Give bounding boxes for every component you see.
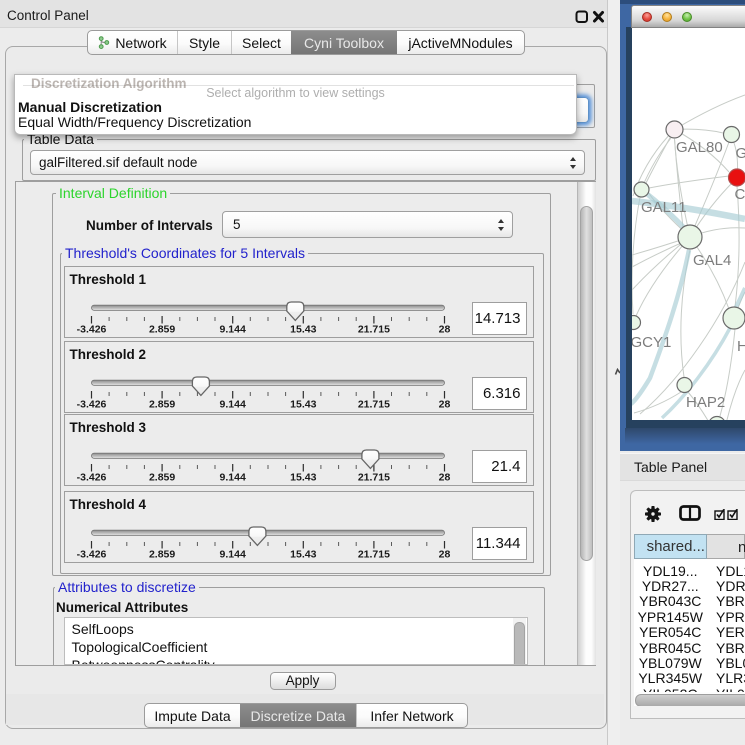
svg-text:15.43: 15.43 xyxy=(290,549,316,561)
svg-text:21.715: 21.715 xyxy=(357,472,389,484)
svg-text:-3.426: -3.426 xyxy=(76,324,106,336)
svg-text:-3.426: -3.426 xyxy=(76,472,106,484)
svg-text:9.144: 9.144 xyxy=(219,472,245,484)
svg-text:21.715: 21.715 xyxy=(357,324,389,336)
svg-text:-3.426: -3.426 xyxy=(76,549,106,561)
svg-text:9.144: 9.144 xyxy=(219,324,245,336)
svg-text:21.715: 21.715 xyxy=(357,549,389,561)
svg-text:21.715: 21.715 xyxy=(357,399,389,411)
svg-text:2.859: 2.859 xyxy=(148,399,174,411)
svg-text:C: C xyxy=(735,186,745,203)
svg-text:GAL80: GAL80 xyxy=(676,139,723,156)
svg-text:15.43: 15.43 xyxy=(290,472,316,484)
svg-text:-3.426: -3.426 xyxy=(76,399,106,411)
svg-text:9.144: 9.144 xyxy=(219,399,245,411)
svg-text:15.43: 15.43 xyxy=(290,399,316,411)
svg-text:9.144: 9.144 xyxy=(219,549,245,561)
svg-text:28: 28 xyxy=(438,549,450,561)
svg-text:28: 28 xyxy=(438,399,450,411)
svg-text:GCY1: GCY1 xyxy=(632,334,671,351)
svg-text:H: H xyxy=(737,338,745,355)
svg-text:28: 28 xyxy=(438,472,450,484)
svg-text:2.859: 2.859 xyxy=(148,549,174,561)
svg-text:28: 28 xyxy=(438,324,450,336)
svg-text:HAP2: HAP2 xyxy=(686,394,725,411)
svg-text:GAL11: GAL11 xyxy=(641,199,687,216)
svg-text:2.859: 2.859 xyxy=(148,472,174,484)
svg-text:2.859: 2.859 xyxy=(148,324,174,336)
svg-text:GAL4: GAL4 xyxy=(693,252,731,269)
svg-text:15.43: 15.43 xyxy=(290,324,316,336)
svg-text:GA: GA xyxy=(736,145,745,162)
